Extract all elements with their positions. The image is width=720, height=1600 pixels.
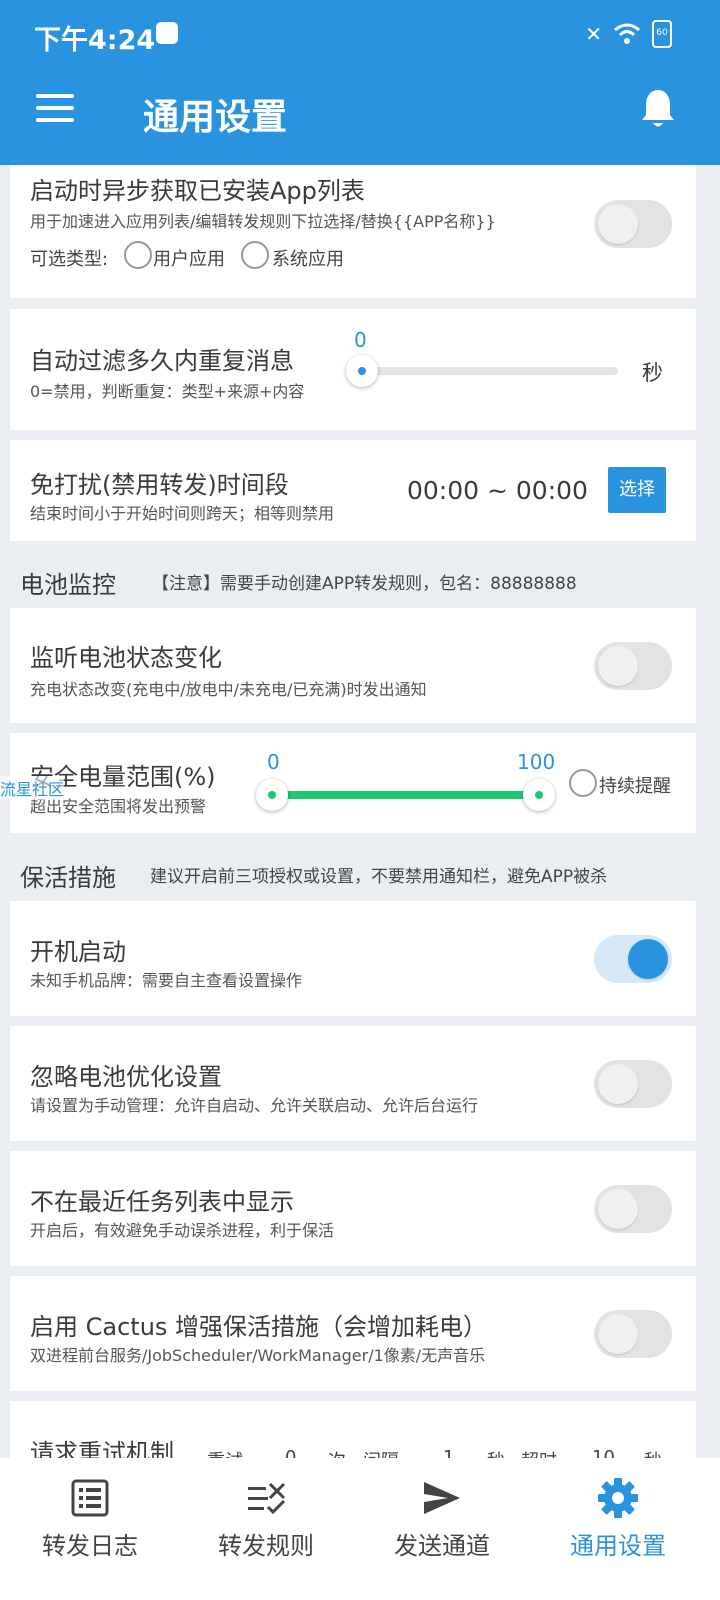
duplicate-filter-thumb[interactable] — [346, 355, 378, 387]
status-time: 下午4:24 — [34, 25, 156, 56]
gear-icon — [598, 1478, 638, 1518]
radio-user-app[interactable] — [124, 241, 152, 269]
setting-boot: 开机启动 未知手机品牌：需要自主查看设置操作 — [10, 901, 696, 1016]
cactus-switch[interactable] — [594, 1310, 672, 1358]
setting-desc: 请设置为手动管理：允许自启动、允许关联启动、允许后台运行 — [30, 1096, 479, 1115]
boot-switch[interactable] — [594, 935, 672, 983]
setting-battery-listen: 监听电池状态变化 充电状态改变(充电中/放电中/未充电/已充满)时发出通知 — [10, 608, 696, 723]
app-bar: 下午4:24 ✕ 60 通用设置 — [0, 0, 720, 165]
setting-desc: 充电状态改变(充电中/放电中/未充电/已充满)时发出通知 — [30, 680, 427, 699]
battery-range-min: 0 — [267, 750, 280, 774]
tab-general-settings[interactable]: 通用设置 — [528, 1458, 708, 1600]
setting-desc: 用于加速进入应用列表/编辑转发规则下拉选择/替换{{APP名称}} — [30, 212, 496, 231]
setting-title: 开机启动 — [30, 938, 126, 966]
setting-title: 启用 Cactus 增强保活措施（会增加耗电） — [30, 1313, 488, 1341]
battery-icon: 60 — [652, 20, 672, 48]
battery-listen-switch[interactable] — [594, 642, 672, 690]
tab-send-channel[interactable]: 发送通道 — [352, 1458, 532, 1600]
setting-title: 免打扰(禁用转发)时间段 — [30, 471, 289, 499]
persist-remind-checkbox[interactable] — [569, 769, 597, 797]
menu-button[interactable] — [36, 94, 74, 122]
setting-desc: 开启后，有效避免手动误杀进程，利于保活 — [30, 1221, 335, 1240]
radio-system-app[interactable] — [241, 241, 269, 269]
setting-battery-range: 安全电量范围(%) 超出安全范围将发出预警 0 100 持续提醒 — [10, 733, 696, 833]
list-icon — [71, 1479, 109, 1517]
ignore-battery-switch[interactable] — [594, 1060, 672, 1108]
battery-range-max: 100 — [517, 750, 556, 774]
battery-section-header: 电池监控 — [20, 571, 116, 599]
tab-label: 转发规则 — [218, 1532, 314, 1560]
setting-async-app-list: 启动时异步获取已安装App列表 用于加速进入应用列表/编辑转发规则下拉选择/替换… — [10, 165, 696, 298]
setting-title: 不在最近任务列表中显示 — [30, 1188, 294, 1216]
setting-desc: 结束时间小于开始时间则跨天；相等则禁用 — [30, 504, 335, 523]
keepalive-section-header: 保活措施 — [20, 864, 116, 892]
battery-range-min-thumb[interactable] — [256, 779, 288, 811]
setting-ignore-battery: 忽略电池优化设置 请设置为手动管理：允许自启动、允许关联启动、允许后台运行 — [10, 1026, 696, 1141]
exclude-recents-switch[interactable] — [594, 1185, 672, 1233]
battery-range-fill[interactable] — [272, 791, 540, 799]
battery-range-max-thumb[interactable] — [523, 779, 555, 811]
setting-exclude-recents: 不在最近任务列表中显示 开启后，有效避免手动误杀进程，利于保活 — [10, 1151, 696, 1266]
bottom-nav: 转发日志 转发规则 发送通道 通用设置 — [0, 1458, 720, 1600]
battery-section-note: 【注意】需要手动创建APP转发规则，包名：88888888 — [152, 574, 577, 594]
notification-app-icon — [156, 22, 178, 44]
tab-label: 发送通道 — [394, 1532, 490, 1560]
tab-label: 转发日志 — [42, 1532, 138, 1560]
setting-desc: 未知手机品牌：需要自主查看设置操作 — [30, 971, 303, 990]
radio-system-app-label: 系统应用 — [272, 249, 344, 270]
tab-forward-log[interactable]: 转发日志 — [0, 1458, 180, 1600]
send-icon — [424, 1482, 460, 1514]
duplicate-filter-unit: 秒 — [642, 361, 663, 385]
setting-duplicate-filter: 自动过滤多久内重复消息 0=禁用，判断重复：类型+来源+内容 0 秒 — [10, 309, 696, 430]
setting-cactus: 启用 Cactus 增强保活措施（会增加耗电） 双进程前台服务/JobSched… — [10, 1276, 696, 1391]
duplicate-filter-slider[interactable] — [362, 367, 618, 375]
rules-icon — [248, 1482, 286, 1515]
duplicate-filter-value: 0 — [354, 328, 367, 352]
setting-desc: 0=禁用，判断重复：类型+来源+内容 — [30, 382, 305, 401]
setting-desc: 双进程前台服务/JobScheduler/WorkManager/1像素/无声音… — [30, 1346, 486, 1365]
radio-user-app-label: 用户应用 — [153, 249, 225, 270]
setting-dnd: 免打扰(禁用转发)时间段 结束时间小于开始时间则跨天；相等则禁用 00:00 ~… — [10, 440, 696, 541]
setting-title: 自动过滤多久内重复消息 — [30, 347, 294, 375]
watermark: 流星社区 — [0, 776, 65, 800]
setting-title: 监听电池状态变化 — [30, 644, 222, 672]
async-app-list-switch[interactable] — [594, 200, 672, 248]
tab-forward-rules[interactable]: 转发规则 — [176, 1458, 356, 1600]
page-title: 通用设置 — [143, 97, 288, 138]
type-label: 可选类型: — [30, 249, 109, 270]
keepalive-section-note: 建议开启前三项授权或设置，不要禁用通知栏，避免APP被杀 — [150, 867, 608, 887]
persist-remind-label: 持续提醒 — [599, 776, 671, 797]
bell-icon[interactable] — [640, 88, 676, 130]
setting-title: 忽略电池优化设置 — [30, 1063, 222, 1091]
status-icons: ✕ 60 — [585, 20, 672, 48]
wifi-icon — [614, 23, 640, 44]
no-signal-icon: ✕ — [585, 22, 602, 46]
dnd-time-range[interactable]: 00:00 ~ 00:00 — [407, 476, 588, 505]
tab-label: 通用设置 — [570, 1532, 666, 1560]
dnd-select-button[interactable]: 选择 — [608, 467, 666, 513]
setting-title: 启动时异步获取已安装App列表 — [30, 177, 365, 205]
